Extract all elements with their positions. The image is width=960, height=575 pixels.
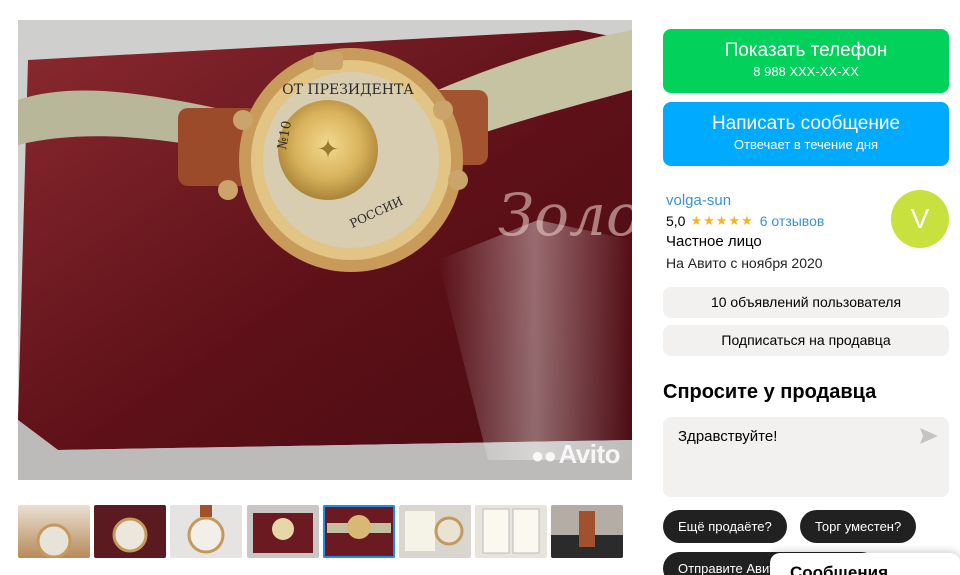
seller-since: На Авито с ноября 2020 xyxy=(666,255,823,271)
quick-reply-bargain[interactable]: Торг уместен? xyxy=(800,510,917,543)
main-photo[interactable]: Золото ✦ №10 ОТ ПРЕЗИДЕНТА РОССИИ ●●Avit… xyxy=(18,20,632,480)
thumbnail-7[interactable] xyxy=(475,505,547,558)
star-icons: ★★★★★ xyxy=(690,213,754,228)
avito-watermark: ●●Avito xyxy=(530,439,621,470)
response-time: Отвечает в течение дня xyxy=(733,137,879,152)
thumbnail-4[interactable] xyxy=(247,505,319,558)
message-value: Здравствуйте! xyxy=(678,428,778,445)
show-phone-button[interactable]: Показать телефон 8 988 XXX-XX-XX xyxy=(663,29,949,93)
seller-name-link[interactable]: volga-sun xyxy=(666,192,731,209)
avito-logo-icon: ●● xyxy=(530,443,557,468)
show-phone-label: Показать телефон xyxy=(724,40,888,61)
avatar[interactable]: V xyxy=(891,190,949,248)
watch-photo: Золото ✦ №10 ОТ ПРЕЗИДЕНТА РОССИИ xyxy=(18,20,632,480)
seller-rating: 5,0 ★★★★★ 6 отзывов xyxy=(666,213,824,229)
message-input[interactable]: Здравствуйте! xyxy=(663,417,949,497)
ask-seller-title: Спросите у продавца xyxy=(663,381,877,403)
seller-type: Частное лицо xyxy=(666,233,762,250)
watermark-text: Avito xyxy=(558,439,620,469)
send-icon[interactable] xyxy=(920,428,938,444)
thumbnail-6[interactable] xyxy=(399,505,471,558)
messenger-title: Сообщения xyxy=(790,563,888,575)
box-logo-text: Золото xyxy=(498,181,632,249)
emblem: ✦ xyxy=(317,135,339,165)
thumbnail-5[interactable] xyxy=(323,505,395,558)
phone-masked: 8 988 XXX-XX-XX xyxy=(753,64,859,79)
quick-reply-still-selling[interactable]: Ещё продаёте? xyxy=(663,510,787,543)
write-message-label: Написать сообщение xyxy=(711,113,901,134)
thumbnail-3[interactable] xyxy=(170,505,242,558)
thumbnail-1[interactable] xyxy=(18,505,90,558)
seller-listings-button[interactable]: 10 объявлений пользователя xyxy=(663,287,949,318)
messenger-panel[interactable]: Сообщения xyxy=(770,553,960,575)
thumbnail-8[interactable] xyxy=(551,505,623,558)
subscribe-button[interactable]: Подписаться на продавца xyxy=(663,325,949,356)
rating-value: 5,0 xyxy=(666,213,686,229)
reviews-link[interactable]: 6 отзывов xyxy=(760,213,825,229)
caseback-inscription: ОТ ПРЕЗИДЕНТА xyxy=(282,82,414,98)
thumbnail-2[interactable] xyxy=(94,505,166,558)
thumbnail-strip xyxy=(18,505,632,558)
write-message-button[interactable]: Написать сообщение Отвечает в течение дн… xyxy=(663,102,949,166)
